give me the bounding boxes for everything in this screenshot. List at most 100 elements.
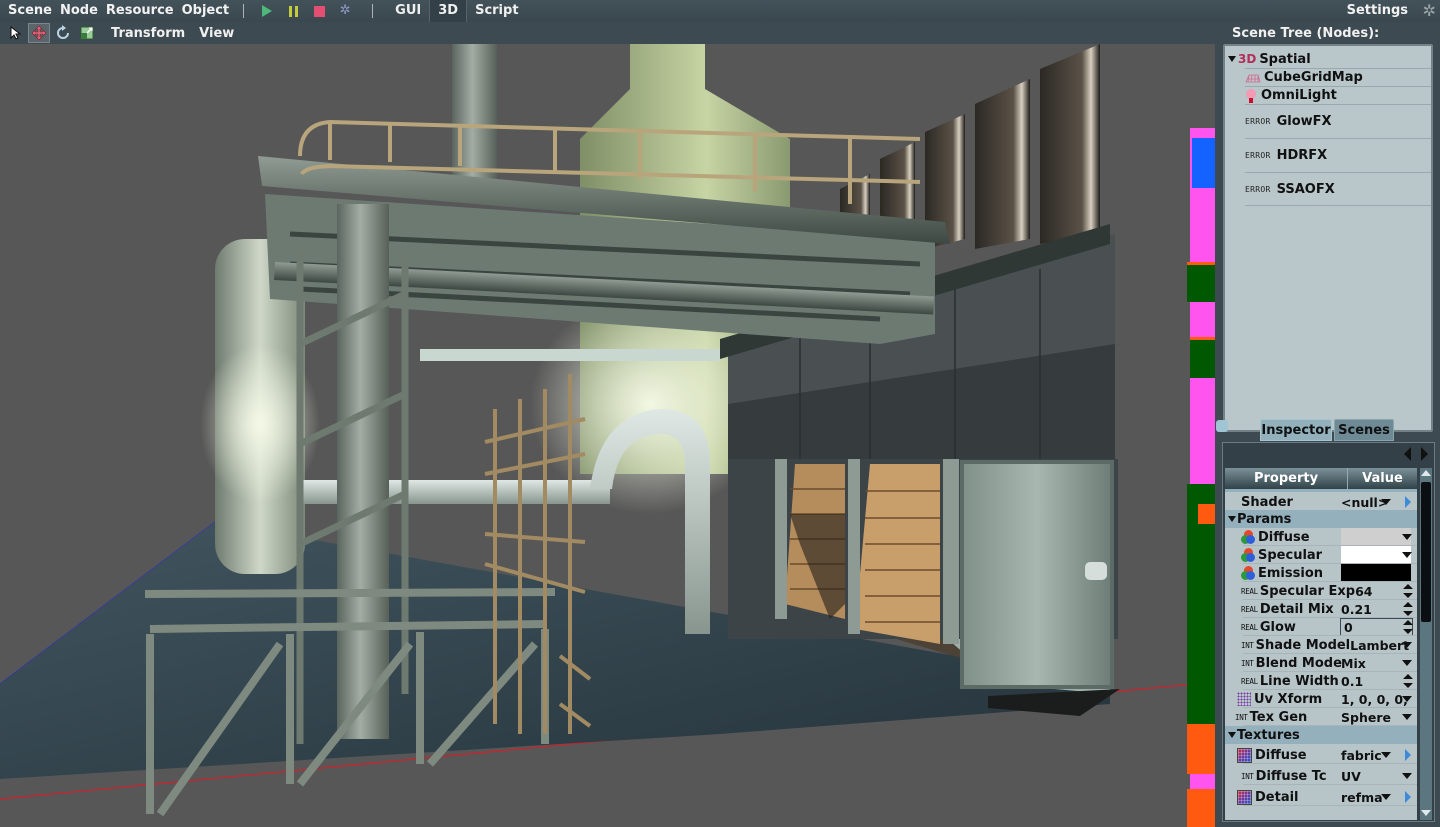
dropdown-arrow-icon[interactable] — [1402, 773, 1412, 779]
property-value[interactable]: Mix — [1341, 656, 1366, 671]
play-button[interactable] — [260, 4, 274, 18]
stop-icon — [313, 5, 325, 17]
scrollbar-thumb[interactable] — [1421, 482, 1431, 622]
scroll-up-icon[interactable] — [1421, 470, 1431, 476]
spin-arrows-icon[interactable] — [1403, 620, 1413, 634]
property-value[interactable]: 0.1 — [1341, 674, 1363, 689]
property-label: REAL Glow — [1241, 620, 1296, 635]
menu-node[interactable]: Node — [56, 0, 102, 22]
property-row-emission[interactable]: Emission — [1225, 564, 1417, 582]
section-textures[interactable]: Textures — [1225, 726, 1417, 744]
property-value[interactable]: UV — [1341, 769, 1361, 784]
collapse-arrow-icon[interactable] — [1228, 56, 1236, 62]
collapse-arrow-icon[interactable] — [1228, 732, 1236, 738]
tree-item-glowfx[interactable]: ERROR GlowFX — [1245, 104, 1431, 138]
section-params[interactable]: Params — [1225, 510, 1417, 528]
pause-button[interactable] — [286, 4, 300, 18]
type-real-icon: REAL — [1241, 622, 1258, 632]
property-row-detail[interactable]: Detail refma — [1225, 788, 1417, 806]
property-row-tex-gen[interactable]: INT Tex Gen Sphere — [1225, 708, 1417, 726]
property-value[interactable]: Lambert — [1350, 638, 1409, 653]
settings-gear-icon[interactable]: ✲ — [1423, 1, 1436, 21]
open-resource-icon[interactable] — [1405, 496, 1411, 508]
3d-viewport[interactable] — [0, 44, 1215, 827]
dropdown-arrow-icon[interactable] — [1402, 552, 1412, 558]
dock-grip-handle[interactable] — [1216, 420, 1228, 432]
dropdown-arrow-icon[interactable] — [1402, 714, 1412, 720]
move-arrows-icon — [31, 25, 47, 41]
dropdown-arrow-icon[interactable] — [1402, 534, 1412, 540]
menu-scene[interactable]: Scene — [0, 0, 56, 22]
menu-resource[interactable]: Resource — [102, 0, 178, 22]
property-row-detail-mix[interactable]: REAL Detail Mix 0.21 — [1225, 600, 1417, 618]
tree-item-ssaofx[interactable]: ERROR SSAOFX — [1245, 172, 1431, 206]
tree-item-cubegridmap[interactable]: CubeGridMap — [1245, 68, 1431, 86]
select-tool-button[interactable] — [4, 23, 26, 43]
property-row-uv-xform[interactable]: Uv Xform 1, 0, 0, 0, — [1225, 690, 1417, 708]
tree-item-hdrfx[interactable]: ERROR HDRFX — [1245, 138, 1431, 172]
property-label: Shader — [1241, 495, 1293, 510]
open-resource-icon[interactable] — [1405, 791, 1411, 803]
dropdown-arrow-icon[interactable] — [1402, 660, 1412, 666]
transform-menu[interactable]: Transform — [104, 26, 192, 41]
stop-button[interactable] — [312, 4, 326, 18]
dropdown-arrow-icon[interactable] — [1402, 696, 1412, 702]
open-resource-icon[interactable] — [1405, 749, 1411, 761]
color-swatch[interactable] — [1341, 528, 1411, 545]
property-row-blend-mode[interactable]: INT Blend Mode Mix — [1225, 654, 1417, 672]
mode-tab-gui[interactable]: GUI — [387, 0, 429, 22]
property-row-line-width[interactable]: REAL Line Width 0.1 — [1225, 672, 1417, 690]
property-name: Shade Model — [1255, 637, 1351, 653]
scroll-down-icon[interactable] — [1421, 810, 1431, 816]
property-row-specular-exp[interactable]: REAL Specular Exp 64 — [1225, 582, 1417, 600]
property-value[interactable]: 1, 0, 0, 0, — [1341, 692, 1408, 707]
property-row-diffuse[interactable]: Diffuse fabric — [1225, 746, 1417, 764]
property-label: Diffuse — [1237, 747, 1307, 763]
back-arrow-icon[interactable] — [1404, 447, 1411, 461]
view-menu[interactable]: View — [192, 26, 241, 41]
dropdown-arrow-icon[interactable] — [1381, 752, 1391, 758]
color-swatch[interactable] — [1341, 564, 1411, 581]
mode-tab-3d[interactable]: 3D — [429, 0, 468, 22]
property-value[interactable]: Sphere — [1341, 710, 1391, 725]
spin-arrows-icon[interactable] — [1403, 674, 1413, 688]
locker-frame-mid — [848, 459, 860, 634]
property-value[interactable]: 0 — [1344, 620, 1353, 635]
editor-window: Scene Node Resource Object ✲ GUI 3D Scri… — [0, 0, 1440, 827]
menu-object[interactable]: Object — [178, 0, 234, 22]
spatial-3d-icon: 3D — [1238, 52, 1257, 66]
scale-tool-button[interactable] — [76, 23, 98, 43]
settings-menu[interactable]: Settings — [1343, 0, 1412, 22]
debug-options-button[interactable]: ✲ — [338, 4, 352, 18]
tree-item-spatial[interactable]: 3D Spatial — [1225, 50, 1311, 68]
property-row-glow[interactable]: REAL Glow 0 — [1225, 618, 1417, 636]
error-status-icon: ERROR — [1245, 117, 1271, 126]
inspector-scrollbar[interactable] — [1420, 468, 1432, 820]
dropdown-arrow-icon[interactable] — [1381, 499, 1391, 505]
error-status-icon: ERROR — [1245, 184, 1271, 194]
property-value[interactable]: fabric — [1341, 748, 1382, 763]
tab-scenes[interactable]: Scenes — [1334, 419, 1394, 441]
property-row-shade-model[interactable]: INT Shade Model Lambert — [1225, 636, 1417, 654]
property-row-diffuse-tc[interactable]: INT Diffuse Tc UV — [1225, 767, 1417, 785]
move-tool-button[interactable] — [28, 23, 50, 43]
tree-item-omnilight[interactable]: OmniLight — [1245, 86, 1431, 104]
error-status-icon: ERROR — [1245, 151, 1271, 160]
rotate-tool-button[interactable] — [52, 23, 74, 43]
collapse-arrow-icon[interactable] — [1228, 516, 1236, 522]
color-swatch[interactable] — [1341, 546, 1411, 563]
dropdown-arrow-icon[interactable] — [1402, 642, 1412, 648]
forward-arrow-icon[interactable] — [1421, 447, 1428, 461]
tab-inspector[interactable]: Inspector — [1260, 419, 1332, 441]
property-value[interactable]: refma — [1341, 790, 1383, 805]
right-dock: Scene Tree (Nodes): 3D Spatial CubeGridM… — [1215, 22, 1440, 827]
property-row-diffuse[interactable]: Diffuse — [1225, 528, 1417, 546]
property-value[interactable]: 64 — [1355, 584, 1372, 599]
mode-tab-script[interactable]: Script — [467, 0, 526, 22]
spin-arrows-icon[interactable] — [1403, 584, 1413, 598]
property-row-specular[interactable]: Specular — [1225, 546, 1417, 564]
property-row-shader[interactable]: Shader <null> — [1225, 493, 1417, 511]
spin-arrows-icon[interactable] — [1403, 602, 1413, 616]
dropdown-arrow-icon[interactable] — [1381, 794, 1391, 800]
property-value[interactable]: 0.21 — [1341, 602, 1372, 617]
